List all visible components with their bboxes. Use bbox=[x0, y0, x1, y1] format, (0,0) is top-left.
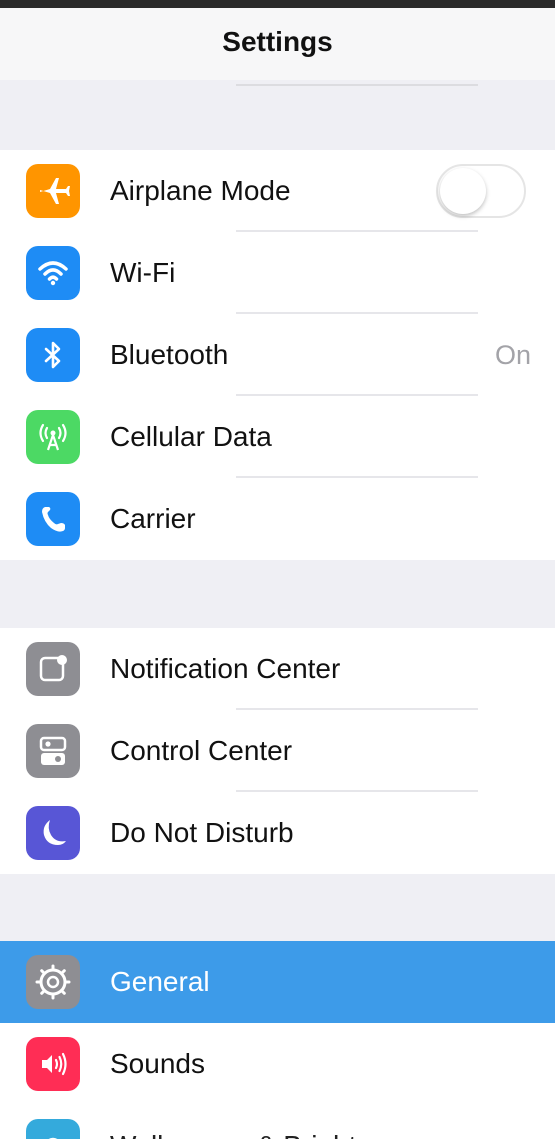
nav-divider bbox=[236, 84, 478, 86]
toggle-knob bbox=[440, 168, 486, 214]
settings-row-label: Sounds bbox=[110, 1048, 205, 1079]
wallpaper-icon bbox=[26, 1119, 80, 1139]
settings-row-sounds[interactable]: Sounds bbox=[0, 1023, 555, 1105]
settings-group-system: Notification Center Control Center Do No… bbox=[0, 628, 555, 874]
settings-row-carrier[interactable]: Carrier bbox=[0, 478, 555, 560]
settings-row-label: Notification Center bbox=[110, 653, 341, 684]
moon-icon bbox=[26, 806, 80, 860]
bluetooth-icon bbox=[26, 328, 80, 382]
settings-row-control-center[interactable]: Control Center bbox=[0, 710, 555, 792]
bluetooth-status: On bbox=[494, 340, 531, 370]
settings-row-notification-center[interactable]: Notification Center bbox=[0, 628, 555, 710]
settings-row-wifi[interactable]: Wi-Fi bbox=[0, 232, 555, 314]
navigation-bar: Settings bbox=[0, 8, 555, 86]
wifi-icon bbox=[26, 246, 80, 300]
airplane-mode-toggle[interactable] bbox=[436, 164, 526, 218]
phone-icon bbox=[26, 492, 80, 546]
settings-row-label: Control Center bbox=[110, 735, 293, 766]
gear-icon bbox=[26, 955, 80, 1009]
settings-row-wallpapers-brightness[interactable]: Wallpapers & Brightness bbox=[0, 1105, 555, 1139]
status-bar bbox=[0, 0, 555, 8]
settings-row-label: Airplane Mode bbox=[110, 175, 291, 206]
settings-row-airplane-mode[interactable]: Airplane Mode bbox=[0, 150, 555, 232]
cellular-icon bbox=[26, 410, 80, 464]
settings-row-label: Carrier bbox=[110, 503, 196, 534]
notification-center-icon bbox=[26, 642, 80, 696]
settings-group-connectivity: Airplane Mode Wi-Fi Bluetooth On Cellula… bbox=[0, 150, 555, 560]
airplane-icon bbox=[26, 164, 80, 218]
speaker-icon bbox=[26, 1037, 80, 1091]
settings-row-label: Wallpapers & Brightness bbox=[110, 1105, 416, 1139]
settings-row-do-not-disturb[interactable]: Do Not Disturb bbox=[0, 792, 555, 874]
settings-group-device: General Sounds Wallpapers & Brightne bbox=[0, 941, 555, 1139]
settings-row-general[interactable]: General bbox=[0, 941, 555, 1023]
settings-row-label: Do Not Disturb bbox=[110, 817, 294, 848]
control-center-icon bbox=[26, 724, 80, 778]
settings-row-label: General bbox=[110, 966, 210, 997]
settings-row-label: Cellular Data bbox=[110, 421, 272, 452]
settings-row-label: Bluetooth bbox=[110, 339, 229, 370]
settings-row-cellular-data[interactable]: Cellular Data bbox=[0, 396, 555, 478]
page-title: Settings bbox=[222, 26, 333, 57]
settings-row-bluetooth[interactable]: Bluetooth On bbox=[0, 314, 555, 396]
settings-row-label: Wi-Fi bbox=[110, 257, 176, 288]
settings-screen: Settings Airplane Mode Wi-Fi Bluetooth O… bbox=[0, 0, 555, 1139]
